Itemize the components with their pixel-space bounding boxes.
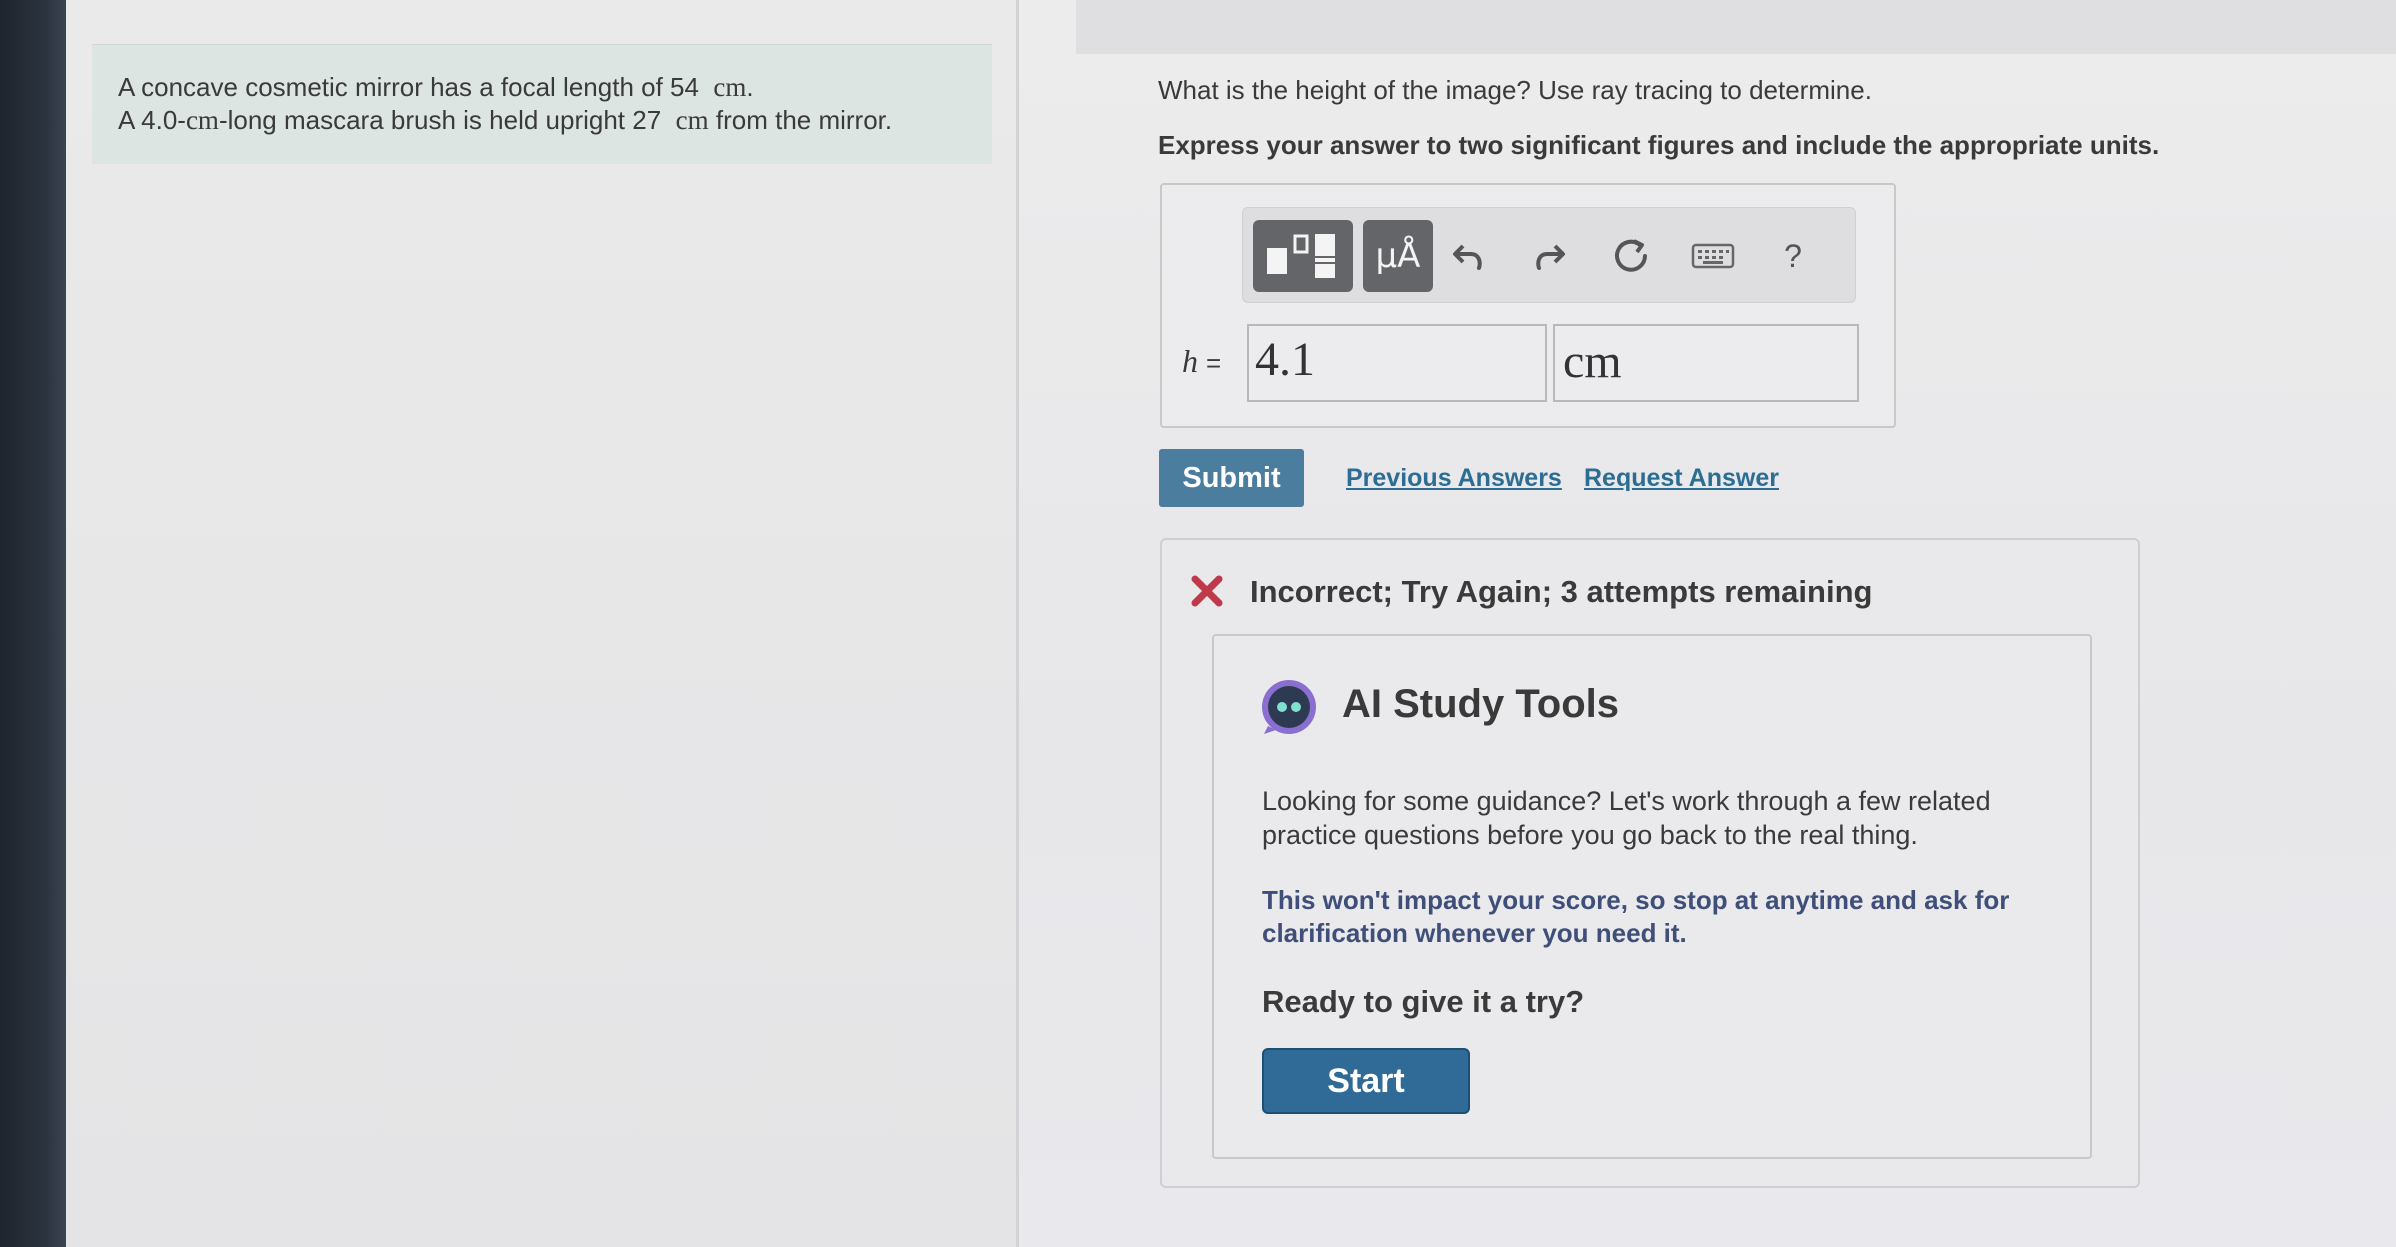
reset-icon bbox=[1615, 239, 1647, 272]
problem-statement: A concave cosmetic mirror has a focal le… bbox=[92, 44, 992, 164]
start-button[interactable]: Start bbox=[1262, 1048, 1470, 1114]
answer-unit-input[interactable]: cm bbox=[1553, 324, 1859, 402]
answer-instruction: Express your answer to two significant f… bbox=[1158, 130, 2160, 160]
fraction-template-icon bbox=[1267, 234, 1335, 278]
problem-line-1: A concave cosmetic mirror has a focal le… bbox=[118, 72, 754, 102]
templates-button[interactable] bbox=[1253, 220, 1353, 292]
undo-icon bbox=[1453, 244, 1482, 270]
ai-tools-title: AI Study Tools bbox=[1342, 682, 1620, 726]
reset-button[interactable] bbox=[1605, 230, 1657, 282]
units-label: μÅ bbox=[1375, 236, 1421, 276]
help-button[interactable]: ? bbox=[1767, 230, 1819, 282]
redo-icon bbox=[1536, 244, 1565, 270]
feedback-panel: Incorrect; Try Again; 3 attempts remaini… bbox=[1160, 538, 2140, 1188]
incorrect-x-icon bbox=[1190, 574, 1224, 613]
submit-button[interactable]: Submit bbox=[1159, 449, 1304, 507]
top-strip bbox=[1076, 0, 2396, 54]
ai-assistant-icon bbox=[1260, 678, 1318, 736]
ai-score-note: This won't impact your score, so stop at… bbox=[1262, 885, 2010, 948]
math-toolbar: μÅ ? bbox=[1242, 207, 1856, 303]
request-answer-link[interactable]: Request Answer bbox=[1584, 464, 1779, 493]
answer-variable-label: h = bbox=[1182, 343, 1222, 379]
problem-line-2: A 4.0-cm-long mascara brush is held upri… bbox=[118, 105, 893, 135]
ai-study-tools-card: AI Study Tools Looking for some guidance… bbox=[1212, 634, 2092, 1159]
keyboard-icon bbox=[1691, 243, 1735, 269]
ai-ready-prompt: Ready to give it a try? bbox=[1262, 984, 1585, 1019]
answer-value-input[interactable]: 4.1 bbox=[1247, 324, 1547, 402]
question-text: What is the height of the image? Use ray… bbox=[1158, 75, 1872, 105]
redo-button[interactable] bbox=[1523, 230, 1575, 282]
units-button[interactable]: μÅ bbox=[1363, 220, 1433, 292]
answer-entry-box: μÅ ? h = 4.1 cm bbox=[1160, 183, 1896, 428]
undo-button[interactable] bbox=[1443, 230, 1495, 282]
ai-guidance-text: Looking for some guidance? Let's work th… bbox=[1262, 786, 1991, 850]
feedback-status-text: Incorrect; Try Again; 3 attempts remaini… bbox=[1250, 574, 1873, 609]
previous-answers-link[interactable]: Previous Answers bbox=[1346, 464, 1562, 493]
keyboard-button[interactable] bbox=[1687, 230, 1739, 282]
screen-bezel bbox=[0, 0, 66, 1247]
problem-pane bbox=[66, 0, 1018, 1247]
